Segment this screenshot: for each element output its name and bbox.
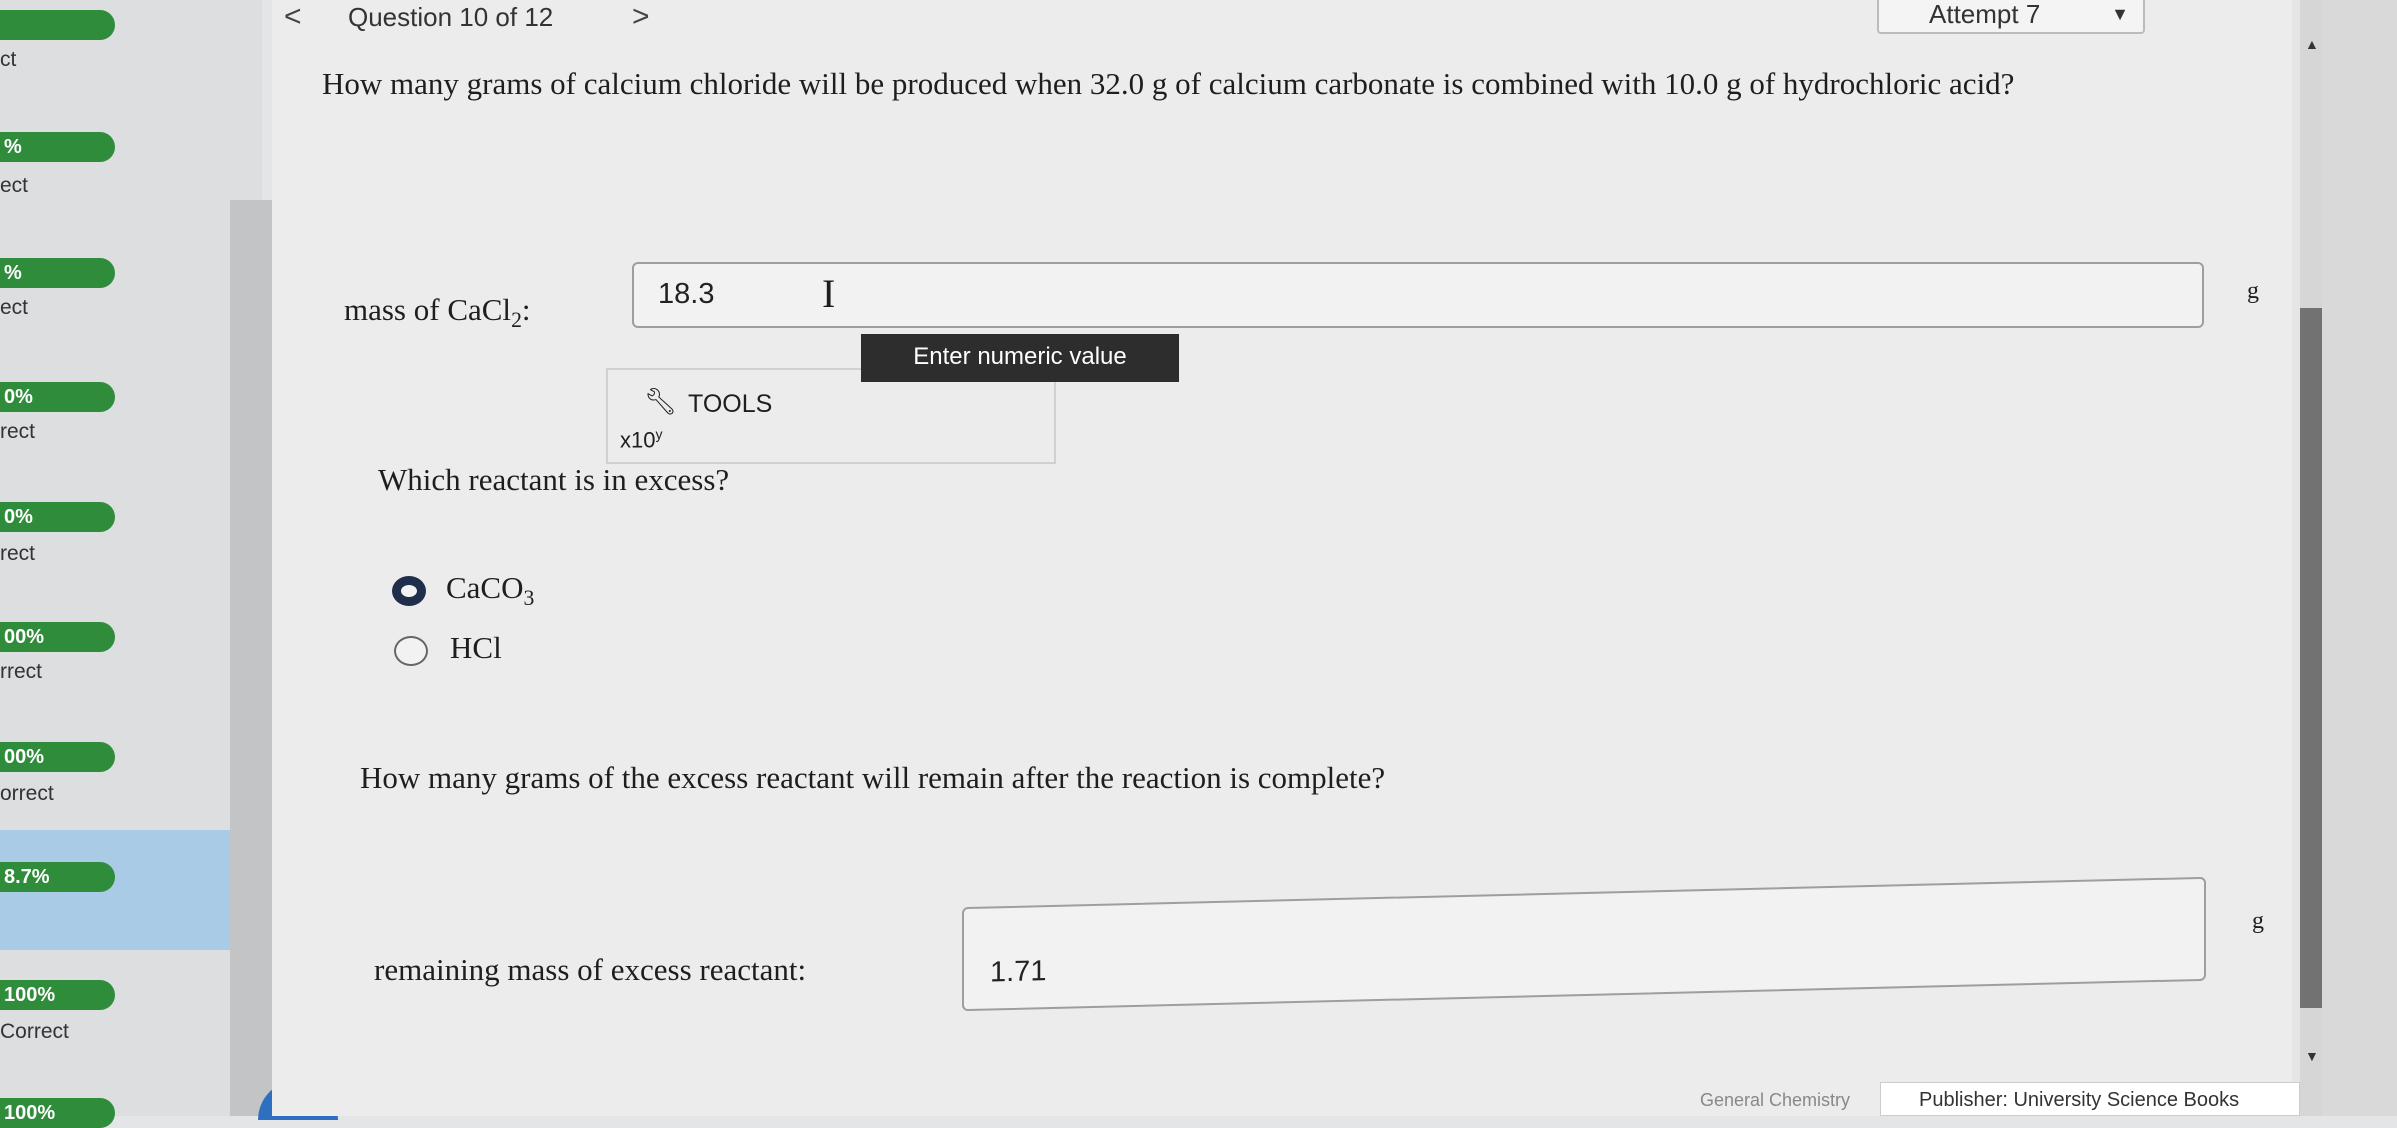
sidebar-score-9[interactable]: 100% xyxy=(0,980,115,1010)
sidebar-score-8[interactable]: 8.7% xyxy=(0,862,115,892)
question-counter: Question 10 of 12 xyxy=(348,2,554,32)
attempt-dropdown[interactable]: Attempt 7 ▼ xyxy=(1877,0,2145,34)
scroll-down-icon[interactable]: ▼ xyxy=(2305,1050,2319,1066)
scroll-up-icon[interactable]: ▲ xyxy=(2305,38,2319,54)
sidebar-score-10[interactable]: 100% xyxy=(0,1098,115,1128)
sidebar-scrollbar[interactable] xyxy=(230,200,272,1116)
cacl2-mass-input[interactable]: 18.3 I xyxy=(632,262,2204,328)
sidebar-score-7[interactable]: 00% xyxy=(0,742,115,772)
window-edge xyxy=(2322,0,2397,1116)
text-cursor-icon: I xyxy=(822,271,836,316)
footer-publisher: Publisher: University Science Books xyxy=(1880,1082,2300,1116)
attempt-label: Attempt 7 xyxy=(1929,0,2041,29)
sidebar-score-6[interactable]: 00% xyxy=(0,622,115,652)
cacl2-mass-label: mass of CaCl2: xyxy=(344,292,531,333)
sidebar-status-1: ct xyxy=(0,48,17,71)
remaining-mass-input[interactable]: 1.71 xyxy=(962,876,2206,1012)
chevron-down-icon: ▼ xyxy=(2111,4,2129,24)
sidebar-score-1[interactable] xyxy=(0,10,115,40)
sidebar-score-2[interactable]: % xyxy=(0,132,115,162)
sidebar-status-9: Correct xyxy=(0,1020,69,1043)
next-question-button[interactable]: > xyxy=(632,0,650,34)
sidebar-score-4[interactable]: 0% xyxy=(0,382,115,412)
enter-numeric-value-tooltip: Enter numeric value xyxy=(861,334,1179,382)
sidebar-status-2: ect xyxy=(0,174,29,197)
scientific-notation-button[interactable]: x10y xyxy=(620,426,662,453)
footer-course: General Chemistry xyxy=(1700,1090,1851,1110)
prev-question-button[interactable]: < xyxy=(284,0,302,34)
main-scrollbar-thumb[interactable] xyxy=(2300,308,2322,1008)
question-nav-bar: < Question 10 of 12 > Attempt 7 ▼ xyxy=(272,0,2292,36)
radio-caco3[interactable] xyxy=(392,576,426,606)
wrench-icon: 🔧︎ xyxy=(644,386,678,416)
remaining-mass-label: remaining mass of excess reactant: xyxy=(374,952,807,987)
tools-panel[interactable]: 🔧︎ TOOLS x10y xyxy=(606,368,1056,464)
question-panel: < Question 10 of 12 > Attempt 7 ▼ How ma… xyxy=(272,0,2292,1116)
sidebar-status-6: rrect xyxy=(0,660,42,683)
radio-hcl[interactable] xyxy=(394,636,428,666)
sidebar-score-3[interactable]: % xyxy=(0,258,115,288)
sidebar-status-4: rect xyxy=(0,420,36,443)
option-hcl-label[interactable]: HCl xyxy=(450,630,502,666)
sidebar-score-5[interactable]: 0% xyxy=(0,502,115,532)
remaining-mass-question: How many grams of the excess reactant wi… xyxy=(360,760,1386,795)
option-caco3-label[interactable]: CaCO3 xyxy=(446,570,534,611)
excess-reactant-question: Which reactant is in excess? xyxy=(378,462,730,497)
progress-sidebar: ct % ect % ect 0% rect 0% rect 00% rrect… xyxy=(0,0,272,1128)
remaining-mass-unit: g xyxy=(2252,908,2264,934)
remaining-mass-value: 1.71 xyxy=(990,955,1047,989)
cacl2-mass-value: 18.3 xyxy=(658,278,715,310)
sidebar-status-7: orrect xyxy=(0,782,54,805)
cacl2-unit: g xyxy=(2247,278,2259,304)
sidebar-status-3: ect xyxy=(0,296,29,319)
sidebar-status-5: rect xyxy=(0,542,36,565)
tools-label: TOOLS xyxy=(688,390,773,418)
question-text: How many grams of calcium chloride will … xyxy=(322,66,2015,101)
